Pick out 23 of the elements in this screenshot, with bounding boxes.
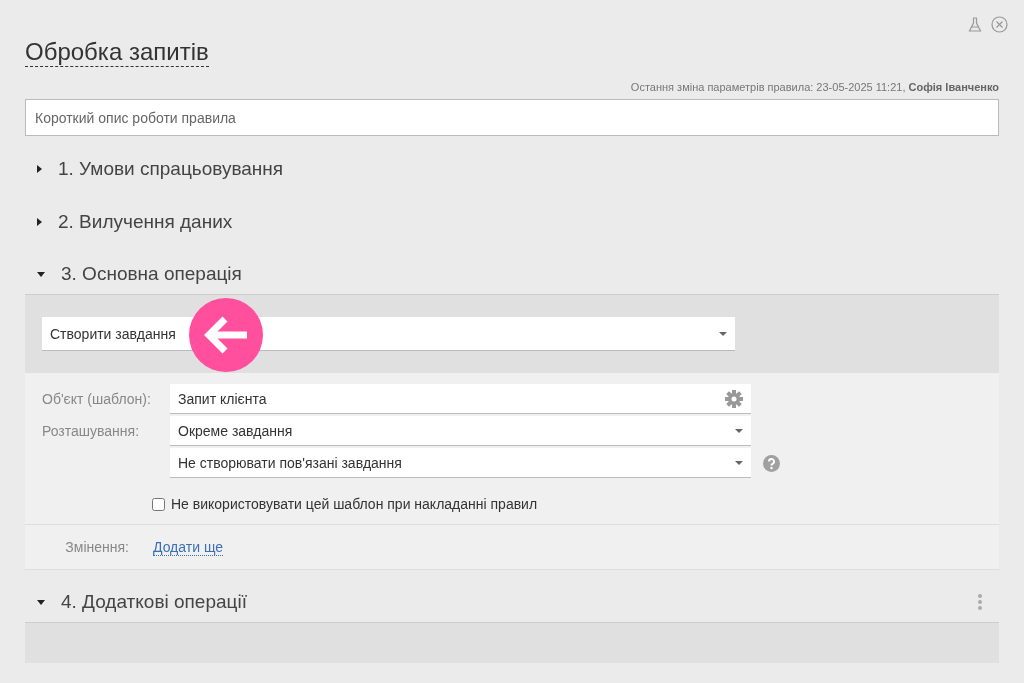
help-icon[interactable]	[763, 454, 780, 472]
template-field[interactable]: Запит клієнта	[170, 384, 751, 414]
settings-icon[interactable]	[725, 389, 743, 408]
section-header[interactable]: 2. Вилучення даних	[25, 210, 233, 233]
operation-select[interactable]: Створити завдання	[42, 317, 735, 351]
checkbox-label: Не використовувати цей шаблон при накладанні правил	[171, 496, 538, 512]
page-title[interactable]: Обробка запитів	[25, 0, 209, 67]
arrow-badge-icon	[189, 298, 263, 372]
dropdown-field[interactable]: Окреме завдання	[170, 416, 751, 446]
description-field[interactable]: Короткий опис роботи правила	[25, 99, 999, 136]
dropdown-field[interactable]: Не створювати пов'язані завдання	[170, 448, 751, 478]
changes-label: Змінення:	[64, 539, 129, 555]
add-more-link[interactable]: Додати ще	[153, 538, 224, 556]
flask-icon[interactable]	[968, 16, 982, 33]
field-label: Об'єкт (шаблон):	[41, 391, 152, 407]
more-options-icon[interactable]	[977, 593, 983, 611]
section-header[interactable]: 1. Умови спрацьовування	[25, 157, 284, 180]
section-header[interactable]: 4. Додаткові операції	[25, 591, 247, 613]
close-icon[interactable]	[991, 16, 1008, 33]
field-label: Розташування:	[41, 423, 141, 439]
last-change-info: Остання зміна параметрів правила: 23-05-2025 11:21, Софія Іванченко	[629, 81, 999, 93]
section-header[interactable]: 3. Основна операція	[25, 263, 242, 285]
checkbox[interactable]	[152, 497, 165, 511]
